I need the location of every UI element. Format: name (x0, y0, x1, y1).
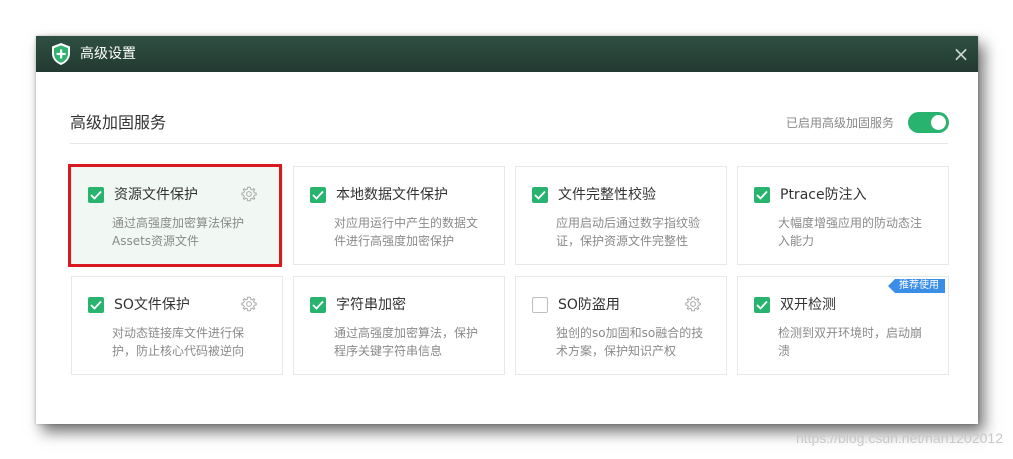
shield-plus-icon (52, 43, 70, 65)
description-line: 大幅度增强应用的防动态注 (778, 216, 923, 230)
card-so-file-protection[interactable]: SO文件保护对动态链接库文件进行保 护，防止核心代码被逆向 (71, 276, 283, 375)
description-line: Assets资源文件 (112, 234, 200, 248)
card-description: 对应用运行中产生的数据文 件进行高强度加密保护 (334, 214, 484, 250)
description-line: 程序关键字符串信息 (334, 344, 443, 358)
description-line: 护，防止核心代码被逆向 (112, 344, 245, 358)
description-line: 对动态链接库文件进行保 (112, 326, 245, 340)
description-line: 件进行高强度加密保护 (334, 234, 455, 248)
hardening-status-label: 已启用高级加固服务 (785, 116, 894, 130)
checkbox-so-anti-theft[interactable] (532, 297, 548, 313)
card-description: 独创的so加固和so融合的技 术方案，保护知识产权 (556, 324, 706, 360)
gear-icon[interactable] (241, 296, 257, 312)
card-description: 检测到双开环境时，启动崩溃 (778, 324, 928, 360)
description-line: 入能力 (778, 234, 815, 248)
checkbox-file-integrity-check[interactable] (532, 187, 548, 203)
card-title: 双开检测 (780, 297, 836, 313)
card-ptrace-anti-injection[interactable]: Ptrace防注入大幅度增强应用的防动态注 入能力 (737, 166, 949, 265)
description-line: 通过高强度加密算法保护 (112, 216, 245, 230)
card-title: 字符串加密 (336, 297, 406, 313)
card-title: 本地数据文件保护 (336, 187, 448, 203)
card-description: 通过高强度加密算法保护 Assets资源文件 (112, 214, 262, 250)
card-title: 资源文件保护 (114, 187, 198, 203)
recommended-badge: 推荐使用 (888, 279, 945, 293)
checkbox-local-data-protection[interactable] (310, 187, 326, 203)
description-line: 检测到双开环境时，启动崩 (778, 326, 923, 340)
gear-icon[interactable] (241, 186, 257, 202)
watermark-text: https://blog.csdn.net/han1202012 (795, 430, 1003, 446)
checkbox-dual-open-detection[interactable] (754, 297, 770, 313)
card-description: 对动态链接库文件进行保 护，防止核心代码被逆向 (112, 324, 262, 360)
card-title: SO文件保护 (114, 297, 190, 313)
card-description: 大幅度增强应用的防动态注 入能力 (778, 214, 928, 250)
description-line: 术方案，保护知识产权 (556, 344, 677, 358)
checkbox-so-file-protection[interactable] (88, 297, 104, 313)
card-so-anti-theft[interactable]: SO防盗用独创的so加固和so融合的技 术方案，保护知识产权 (515, 276, 727, 375)
card-local-data-protection[interactable]: 本地数据文件保护对应用运行中产生的数据文 件进行高强度加密保护 (293, 166, 505, 265)
card-string-encryption[interactable]: 字符串加密通过高强度加密算法，保护 程序关键字符串信息 (293, 276, 505, 375)
description-line: 独创的so加固和so融合的技 (556, 326, 704, 340)
title-bar[interactable]: 高级设置 × (36, 36, 978, 72)
card-title: 文件完整性校验 (558, 187, 656, 203)
card-description: 通过高强度加密算法，保护 程序关键字符串信息 (334, 324, 484, 360)
description-line: 证，保护资源文件完整性 (556, 234, 689, 248)
checkbox-ptrace-anti-injection[interactable] (754, 187, 770, 203)
hardening-toggle[interactable] (908, 112, 949, 133)
window-title: 高级设置 (80, 46, 136, 62)
description-line: 溃 (778, 344, 791, 358)
description-line: 对应用运行中产生的数据文 (334, 216, 479, 230)
section-title: 高级加固服务 (70, 113, 167, 132)
description-line: 通过高强度加密算法，保护 (334, 326, 479, 340)
card-description: 应用启动后通过数字指纹验 证，保护资源文件完整性 (556, 214, 706, 250)
gear-icon[interactable] (685, 296, 701, 312)
card-title: Ptrace防注入 (780, 187, 867, 203)
checkbox-string-encryption[interactable] (310, 297, 326, 313)
card-dual-open-detection[interactable]: 双开检测检测到双开环境时，启动崩溃 推荐使用 (737, 276, 949, 375)
description-line: 应用启动后通过数字指纹验 (556, 216, 701, 230)
card-file-integrity-check[interactable]: 文件完整性校验应用启动后通过数字指纹验 证，保护资源文件完整性 (515, 166, 727, 265)
card-title: SO防盗用 (558, 297, 620, 313)
checkbox-assets-protection[interactable] (88, 187, 104, 203)
toggle-knob (931, 115, 946, 130)
card-assets-protection[interactable]: 资源文件保护通过高强度加密算法保护 Assets资源文件 (71, 166, 283, 265)
close-button[interactable]: × (948, 41, 974, 67)
section-divider (70, 143, 948, 144)
